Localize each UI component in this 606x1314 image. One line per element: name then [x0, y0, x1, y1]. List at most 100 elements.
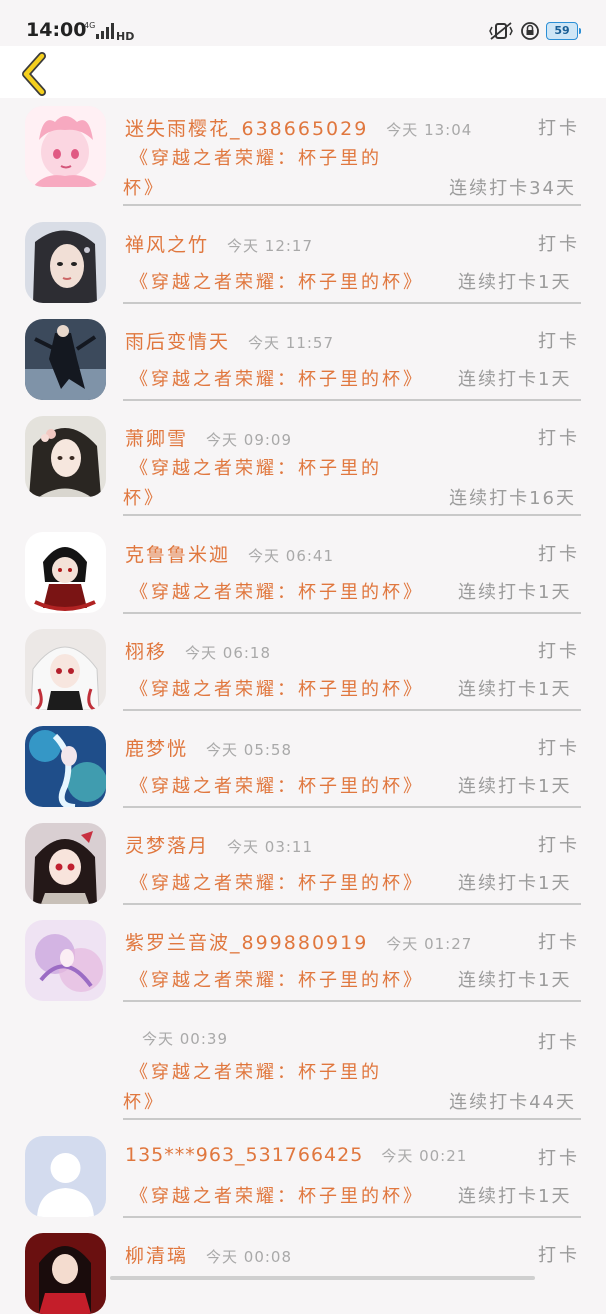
divider: [123, 806, 581, 808]
name-line: 鹿梦恍 今天 05:58: [125, 734, 292, 761]
avatar[interactable]: [25, 1136, 106, 1217]
book-title[interactable]: 《穿越之者荣耀：杯子里的杯》: [130, 675, 424, 701]
list-item[interactable]: 迷失雨樱花_638665029 今天 13:04 打卡 《穿越之者荣耀：杯子里的…: [0, 98, 606, 222]
streak-label: 连续打卡34天: [449, 178, 576, 199]
user-name[interactable]: 克鲁鲁米迦: [125, 540, 230, 567]
list-item[interactable]: 萧卿雪 今天 09:09 打卡 《穿越之者荣耀：杯子里的 杯》 连续打卡16天: [0, 416, 606, 532]
status-bar: 14:00 4G HD 59: [0, 0, 606, 46]
checkin-label: 打卡: [538, 932, 580, 953]
avatar[interactable]: [25, 726, 106, 807]
divider: [123, 709, 581, 711]
checkin-time: 今天 00:21: [381, 1147, 468, 1165]
user-name[interactable]: 雨后变情天: [125, 327, 230, 354]
user-name[interactable]: 紫罗兰音波_899880919: [125, 928, 368, 955]
avatar-image: [25, 532, 106, 613]
user-name[interactable]: 鹿梦恍: [125, 734, 188, 761]
horizontal-scrollbar[interactable]: [110, 1276, 535, 1280]
list-item[interactable]: 柳清璃 今天 00:08 打卡: [0, 1233, 606, 1314]
user-name[interactable]: 萧卿雪: [125, 424, 188, 451]
book-title-cont[interactable]: 杯》: [123, 1088, 165, 1114]
divider: [123, 302, 581, 304]
user-name[interactable]: 柳清璃: [125, 1241, 188, 1268]
user-name[interactable]: 灵梦落月: [125, 831, 209, 858]
vibrate-icon: [489, 22, 513, 40]
book-title-cont[interactable]: 杯》: [123, 484, 165, 510]
battery-icon: 59: [546, 22, 581, 40]
user-name[interactable]: 禅风之竹: [125, 230, 209, 257]
book-title[interactable]: 《穿越之者荣耀：杯子里的: [130, 1058, 382, 1084]
name-line: 克鲁鲁米迦 今天 06:41: [125, 540, 334, 567]
list-item[interactable]: 雨后变情天 今天 11:57 打卡 《穿越之者荣耀：杯子里的杯》 连续打卡1天: [0, 319, 606, 416]
book-title[interactable]: 《穿越之者荣耀：杯子里的杯》: [130, 966, 424, 992]
name-line: 迷失雨樱花_638665029 今天 13:04: [125, 114, 472, 141]
book-title[interactable]: 《穿越之者荣耀：杯子里的杯》: [130, 268, 424, 294]
checkin-time: 今天 00:39: [142, 1030, 228, 1048]
avatar[interactable]: [25, 920, 106, 1001]
streak-label: 连续打卡16天: [449, 488, 576, 509]
checkin-label: 打卡: [538, 118, 580, 139]
avatar-image: [25, 726, 106, 807]
avatar[interactable]: [25, 106, 106, 187]
checkin-list: 迷失雨樱花_638665029 今天 13:04 打卡 《穿越之者荣耀：杯子里的…: [0, 98, 606, 1314]
list-item[interactable]: 克鲁鲁米迦 今天 06:41 打卡 《穿越之者荣耀：杯子里的杯》 连续打卡1天: [0, 532, 606, 629]
avatar[interactable]: [25, 416, 106, 497]
book-title[interactable]: 《穿越之者荣耀：杯子里的杯》: [130, 772, 424, 798]
status-time: 14:00: [26, 19, 87, 41]
status-icons: 59: [488, 20, 581, 42]
default-avatar-icon: [25, 1136, 106, 1217]
divider: [123, 1216, 581, 1218]
user-name[interactable]: 135***963_531766425: [125, 1144, 363, 1166]
list-item[interactable]: 禅风之竹 今天 12:17 打卡 《穿越之者荣耀：杯子里的杯》 连续打卡1天: [0, 222, 606, 319]
avatar[interactable]: [25, 319, 106, 400]
checkin-label: 打卡: [538, 234, 580, 255]
checkin-label: 打卡: [538, 331, 580, 352]
avatar[interactable]: [25, 222, 106, 303]
book-title[interactable]: 《穿越之者荣耀：杯子里的杯》: [130, 578, 424, 604]
book-title[interactable]: 《穿越之者荣耀：杯子里的杯》: [130, 1182, 424, 1208]
avatar-image: [25, 823, 106, 904]
name-line: 灵梦落月 今天 03:11: [125, 831, 313, 858]
back-button[interactable]: [14, 50, 54, 96]
book-title[interactable]: 《穿越之者荣耀：杯子里的: [130, 454, 382, 480]
list-item[interactable]: 鹿梦恍 今天 05:58 打卡 《穿越之者荣耀：杯子里的杯》 连续打卡1天: [0, 726, 606, 823]
checkin-time: 今天 06:41: [248, 547, 335, 565]
streak-label: 连续打卡44天: [449, 1092, 576, 1113]
book-title-cont[interactable]: 杯》: [123, 174, 165, 200]
list-item[interactable]: 紫罗兰音波_899880919 今天 01:27 打卡 《穿越之者荣耀：杯子里的…: [0, 920, 606, 1020]
streak-label: 连续打卡1天: [458, 369, 572, 390]
streak-label: 连续打卡1天: [458, 970, 572, 991]
book-title[interactable]: 《穿越之者荣耀：杯子里的杯》: [130, 869, 424, 895]
checkin-time: 今天 06:18: [185, 644, 272, 662]
checkin-label: 打卡: [538, 641, 580, 662]
checkin-label: 打卡: [538, 1148, 580, 1169]
checkin-time: 今天 11:57: [248, 334, 335, 352]
checkin-label: 打卡: [538, 835, 580, 856]
book-title[interactable]: 《穿越之者荣耀：杯子里的: [130, 144, 382, 170]
user-name[interactable]: 迷失雨樱花_638665029: [125, 114, 368, 141]
user-name[interactable]: 栩移: [125, 637, 167, 664]
divider: [123, 399, 581, 401]
name-line: 135***963_531766425 今天 00:21: [125, 1144, 467, 1166]
avatar[interactable]: [25, 629, 106, 710]
checkin-time: 今天 05:58: [206, 741, 293, 759]
list-item[interactable]: 栩移 今天 06:18 打卡 《穿越之者荣耀：杯子里的杯》 连续打卡1天: [0, 629, 606, 726]
avatar-image: [25, 1233, 106, 1314]
list-item[interactable]: 135***963_531766425 今天 00:21 打卡 《穿越之者荣耀：…: [0, 1136, 606, 1233]
avatar[interactable]: [25, 1233, 106, 1314]
divider: [123, 514, 581, 516]
checkin-time: 今天 09:09: [206, 431, 293, 449]
list-item[interactable]: 灵梦落月 今天 03:11 打卡 《穿越之者荣耀：杯子里的杯》 连续打卡1天: [0, 823, 606, 920]
streak-label: 连续打卡1天: [458, 679, 572, 700]
checkin-label: 打卡: [538, 428, 580, 449]
streak-label: 连续打卡1天: [458, 272, 572, 293]
avatar[interactable]: [25, 823, 106, 904]
avatar-image: [25, 222, 106, 303]
book-title[interactable]: 《穿越之者荣耀：杯子里的杯》: [130, 365, 424, 391]
list-item[interactable]: 今天 00:39 打卡 《穿越之者荣耀：杯子里的 杯》 连续打卡44天: [0, 1020, 606, 1136]
name-line: 禅风之竹 今天 12:17: [125, 230, 313, 257]
avatar-image: [25, 416, 106, 497]
avatar[interactable]: [25, 532, 106, 613]
signal-icon: 4G HD: [84, 21, 134, 42]
svg-text:HD: HD: [116, 30, 134, 42]
name-line: 萧卿雪 今天 09:09: [125, 424, 292, 451]
